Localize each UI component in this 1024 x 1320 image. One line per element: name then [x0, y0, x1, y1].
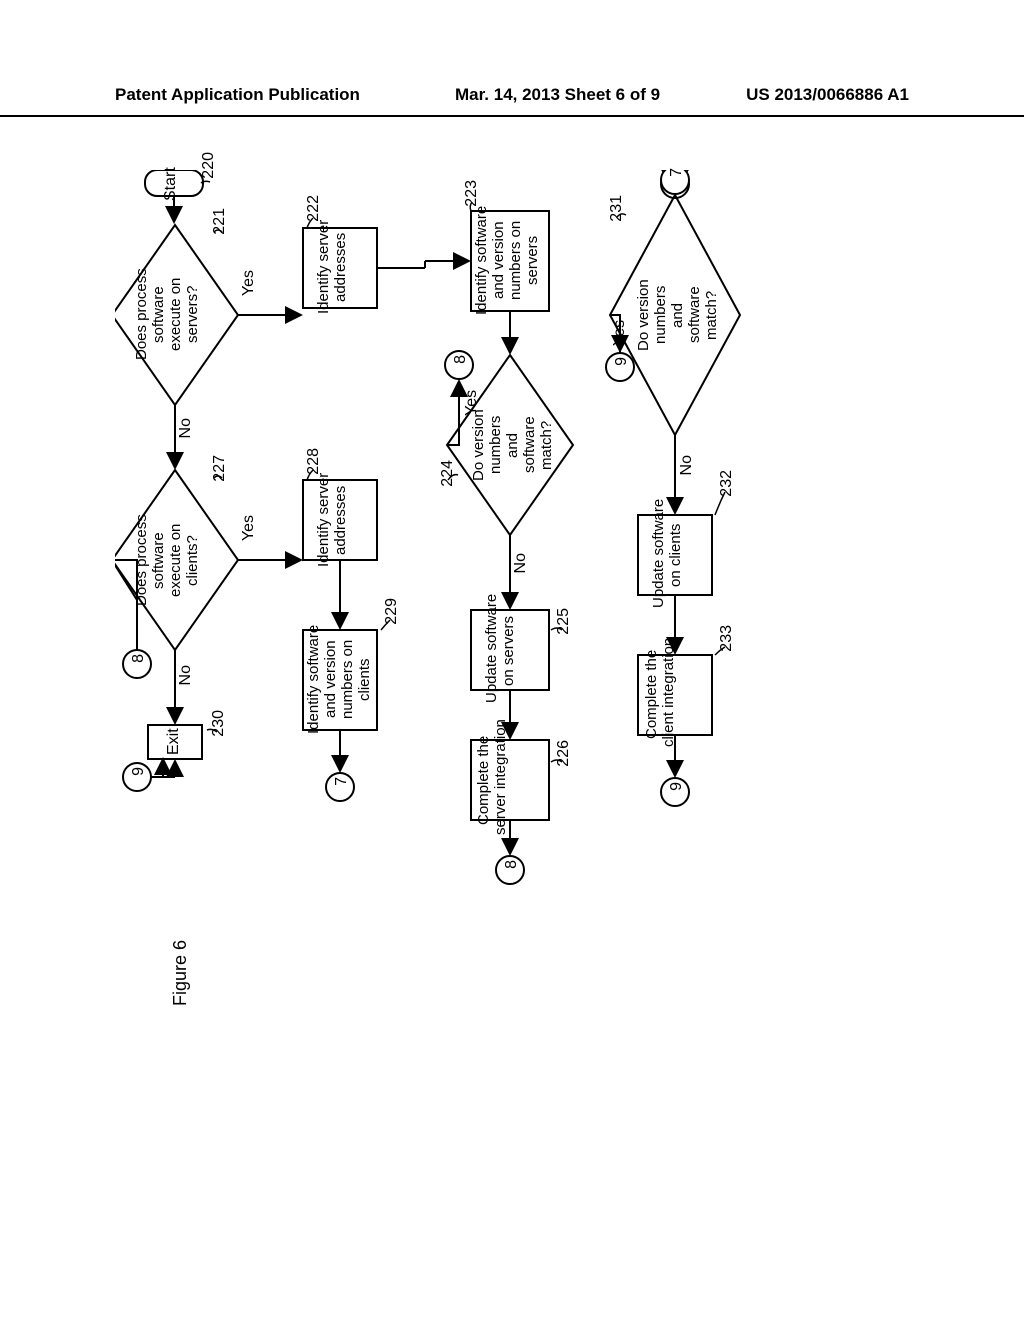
figure-6-flowchart: Start Does process software execute on s…	[115, 170, 910, 1220]
header-pubnumber: US 2013/0066886 A1	[746, 85, 909, 105]
figure-caption: Figure 6	[170, 940, 191, 1006]
header-date-sheet: Mar. 14, 2013 Sheet 6 of 9	[455, 85, 660, 105]
header-publication: Patent Application Publication	[115, 85, 360, 105]
ref-leader-lines	[115, 170, 910, 1220]
page-header: Patent Application Publication Mar. 14, …	[0, 85, 1024, 117]
